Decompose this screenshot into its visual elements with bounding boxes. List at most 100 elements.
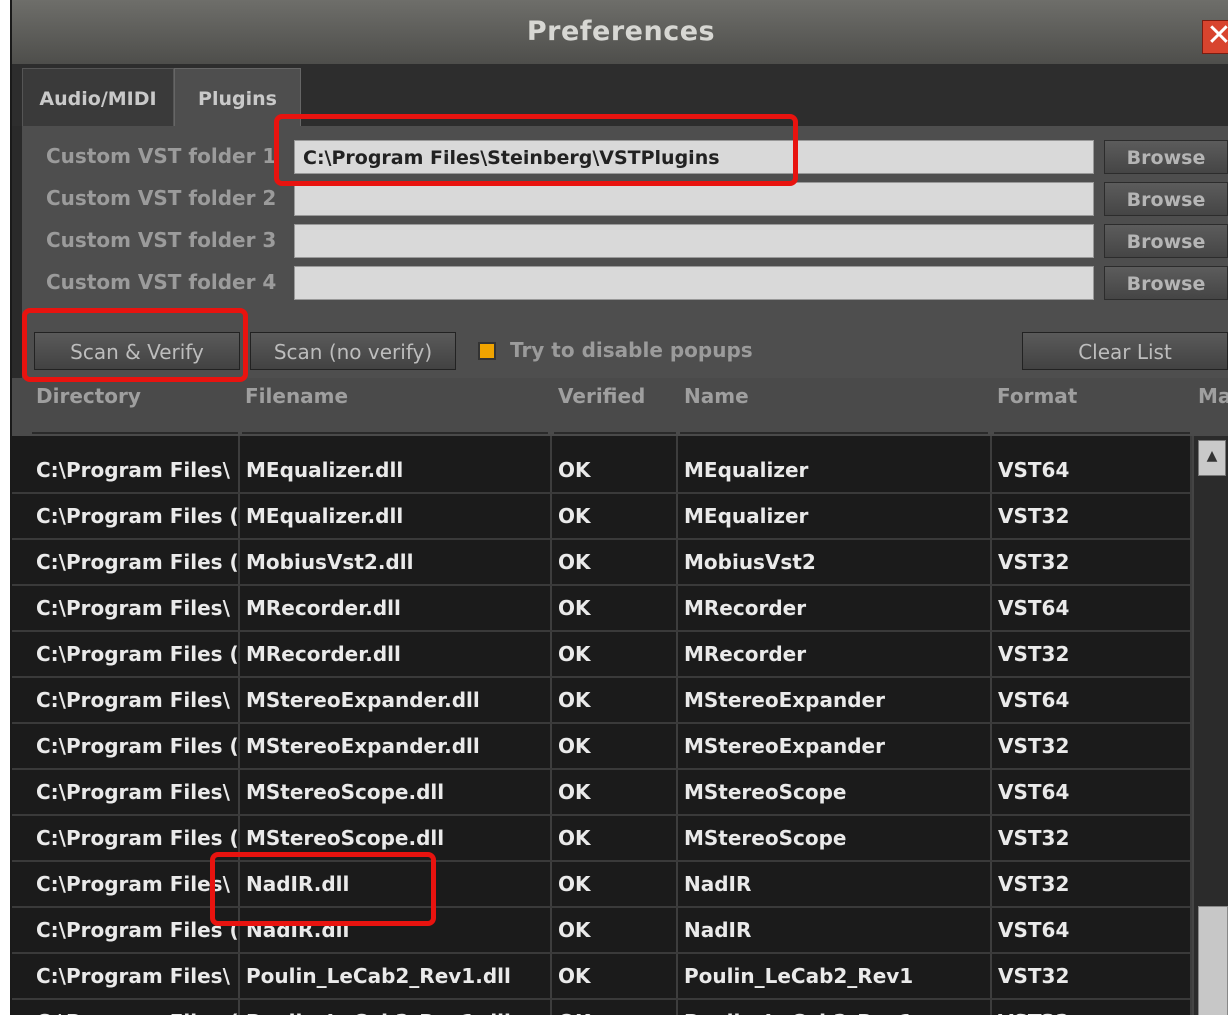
- cell-format: VST32: [998, 872, 1070, 896]
- cell-name: MStereoScope: [684, 780, 847, 804]
- vst-folder-row-3: Custom VST folder 3 Browse: [22, 224, 1228, 260]
- cell-format: VST32: [998, 734, 1070, 758]
- cell-format: VST64: [998, 918, 1070, 942]
- browse-button-4[interactable]: Browse: [1104, 266, 1228, 300]
- cell-verified: OK: [558, 918, 591, 942]
- cell-verified: OK: [558, 596, 591, 620]
- cell-verified: OK: [558, 964, 591, 988]
- cell-filename: Poulin_LeCab2_Rev1.dll: [240, 1000, 550, 1015]
- cell-format: VST32: [998, 550, 1070, 574]
- table-row[interactable]: C:\Program Files (Poulin_LeCab2_Rev1.dll…: [12, 1000, 1190, 1015]
- cell-verified: OK: [558, 826, 591, 850]
- column-header-format[interactable]: Format: [997, 384, 1077, 408]
- header-divider: [242, 432, 548, 434]
- cell-verified: OK: [558, 504, 591, 528]
- scan-no-verify-button[interactable]: Scan (no verify): [250, 332, 456, 370]
- highlight-scan-verify: [22, 308, 248, 382]
- column-header-filename[interactable]: Filename: [245, 384, 348, 408]
- cell-filename: MEqualizer.dll: [246, 504, 404, 528]
- disable-popups-checkbox[interactable]: [478, 342, 496, 360]
- highlight-vst-folder: [274, 114, 798, 186]
- table-header: Directory Filename Verified Name Format …: [12, 378, 1228, 436]
- table-row[interactable]: C:\Program Files\ MEqualizer.dll OK MEquali…: [12, 448, 1190, 494]
- table-row[interactable]: C:\Program Files ( MRecorder.dll OK MRecord…: [12, 632, 1190, 678]
- browse-button-3[interactable]: Browse: [1104, 224, 1228, 258]
- disable-popups-label: Try to disable popups: [510, 338, 753, 362]
- title-bar[interactable]: Preferences ✕: [12, 0, 1228, 65]
- vst-folder-label-4: Custom VST folder 4: [46, 270, 277, 294]
- browse-button-2[interactable]: Browse: [1104, 182, 1228, 216]
- cell-verified: OK: [558, 642, 591, 666]
- scroll-thumb[interactable]: [1198, 906, 1228, 1015]
- cell-filename: MStereoScope.dll: [246, 780, 445, 804]
- highlight-nadir-dll: [210, 852, 436, 926]
- cell-format: VST32: [998, 826, 1070, 850]
- cell-filename: MobiusVst2.dll: [246, 550, 414, 574]
- cell-name: NadIR: [684, 872, 752, 896]
- header-divider: [994, 432, 1190, 434]
- cell-directory: C:\Program Files (: [36, 918, 238, 942]
- cell-name: MRecorder: [684, 596, 807, 620]
- table-row[interactable]: C:\Program Files (MStereoScope.dll OK MSte…: [12, 816, 1190, 862]
- vst-folder-input-3[interactable]: [294, 224, 1094, 258]
- table-row[interactable]: C:\Program Files (MobiusVst2.dll OK Mobius…: [12, 540, 1190, 586]
- cell-directory: C:\Program Files (: [30, 1000, 238, 1015]
- table-row[interactable]: C:\Program Files (MEqualizer.dll OK MEqual…: [12, 494, 1190, 540]
- cell-filename: MEqualizer.dll: [246, 458, 404, 482]
- cell-verified: OK: [558, 872, 591, 896]
- cell-directory: C:\Program Files\: [36, 458, 230, 482]
- header-divider: [32, 432, 238, 434]
- cell-name: MStereoExpander: [684, 734, 885, 758]
- cell-filename: MRecorder.dll: [246, 596, 401, 620]
- cell-name: MEqualizer: [684, 504, 809, 528]
- header-divider: [680, 432, 988, 434]
- cell-filename: Poulin_LeCab2_Rev1.dll: [246, 964, 511, 988]
- table-row[interactable]: C:\Program Files (MStereoExpander.dll OK M…: [12, 724, 1190, 770]
- cell-name: NadIR: [684, 918, 752, 942]
- vertical-scrollbar[interactable]: ▲: [1192, 436, 1228, 1015]
- cell-verified: OK: [558, 688, 591, 712]
- vst-folder-input-2[interactable]: [294, 182, 1094, 216]
- cell-verified: OK: [558, 734, 591, 758]
- vst-folder-label-2: Custom VST folder 2: [46, 186, 277, 210]
- cell-verified: OK: [558, 458, 591, 482]
- cell-verified: OK: [558, 550, 591, 574]
- cell-format: VST32: [998, 642, 1070, 666]
- column-header-name[interactable]: Name: [684, 384, 749, 408]
- cell-name: MStereoScope: [684, 826, 847, 850]
- browse-button-1[interactable]: Browse: [1104, 140, 1228, 174]
- cell-filename: MStereoExpander.dll: [246, 734, 480, 758]
- vst-folder-label-1: Custom VST folder 1: [46, 144, 277, 168]
- table-row[interactable]: C:\Program Files\ MStereoExpander.dll OK MS…: [12, 678, 1190, 724]
- cell-format: VST32: [998, 964, 1070, 988]
- table-row[interactable]: C:\Program Files\ Poulin_LeCab2_Rev1.dll O…: [12, 954, 1190, 1000]
- clear-list-button[interactable]: Clear List: [1022, 332, 1228, 370]
- table-row[interactable]: C:\Program Files\ MRecorder.dll OK MRecorde…: [12, 586, 1190, 632]
- table-row[interactable]: C:\Program Files (NadIR.dll OK NadIR VST64: [12, 908, 1190, 954]
- cell-format: VST32: [998, 504, 1070, 528]
- cell-name: MEqualizer: [684, 458, 809, 482]
- close-button[interactable]: ✕: [1202, 20, 1228, 54]
- column-header-verified[interactable]: Verified: [558, 384, 645, 408]
- vst-folder-label-3: Custom VST folder 3: [46, 228, 277, 252]
- cell-format: VST64: [998, 780, 1070, 804]
- column-header-directory[interactable]: Directory: [36, 384, 141, 408]
- tab-audio-midi[interactable]: Audio/MIDI: [22, 68, 174, 127]
- vst-folder-row-2: Custom VST folder 2 Browse: [22, 182, 1228, 218]
- cell-filename: MRecorder.dll: [246, 642, 401, 666]
- cell-name: MRecorder: [684, 642, 807, 666]
- cell-format: VST32: [992, 1000, 1190, 1015]
- cell-directory: C:\Program Files\: [36, 596, 230, 620]
- scroll-up-arrow-icon[interactable]: ▲: [1198, 440, 1226, 476]
- cell-directory: C:\Program Files\: [36, 872, 230, 896]
- cell-directory: C:\Program Files\: [36, 964, 230, 988]
- cell-directory: C:\Program Files (: [36, 550, 238, 574]
- vst-folder-input-4[interactable]: [294, 266, 1094, 300]
- table-row[interactable]: C:\Program Files\ MStereoScope.dll OK MSter…: [12, 770, 1190, 816]
- header-divider: [554, 432, 676, 434]
- cell-directory: C:\Program Files\: [36, 688, 230, 712]
- column-header-ma[interactable]: Ma: [1198, 384, 1228, 408]
- table-row[interactable]: C:\Program Files\ NadIR.dll OK NadIR VST32: [12, 862, 1190, 908]
- cell-directory: C:\Program Files (: [36, 642, 238, 666]
- cell-format: VST64: [998, 596, 1070, 620]
